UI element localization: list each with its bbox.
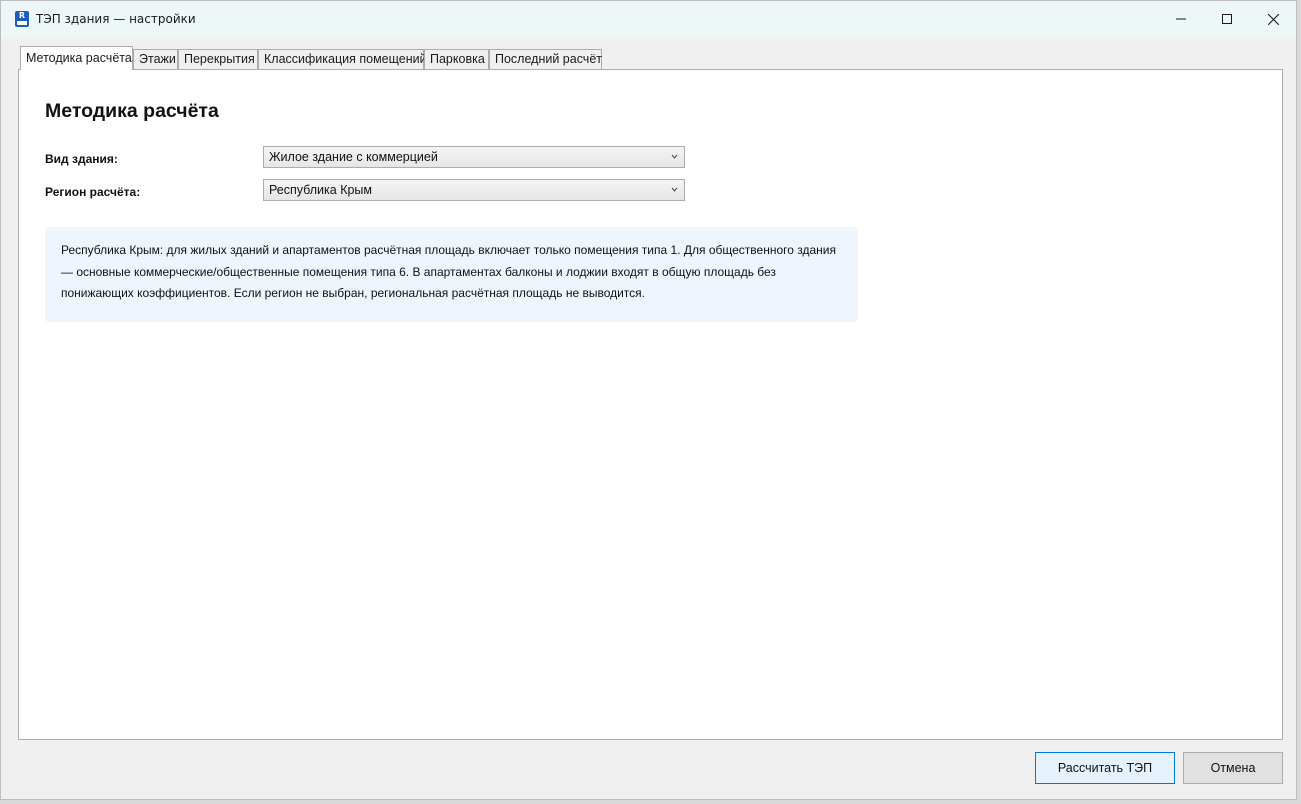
- minimize-button[interactable]: [1158, 1, 1204, 37]
- tab-floors[interactable]: Этажи: [133, 49, 178, 69]
- region-info-box: Республика Крым: для жилых зданий и апар…: [45, 227, 858, 322]
- tab-parking[interactable]: Парковка: [424, 49, 489, 69]
- building-type-value: Жилое здание с коммерцией: [269, 150, 438, 164]
- calculate-button[interactable]: Рассчитать ТЭП: [1035, 752, 1175, 784]
- building-type-select[interactable]: Жилое здание с коммерцией: [263, 146, 685, 168]
- building-type-label: Вид здания:: [45, 152, 118, 166]
- window-title: ТЭП здания — настройки: [36, 12, 196, 26]
- region-value: Республика Крым: [269, 183, 373, 197]
- page-title: Методика расчёта: [45, 100, 219, 122]
- region-label: Регион расчёта:: [45, 185, 141, 199]
- title-bar[interactable]: R ТЭП здания — настройки: [1, 1, 1296, 37]
- tab-slabs[interactable]: Перекрытия: [178, 49, 258, 69]
- maximize-icon: [1222, 14, 1232, 24]
- maximize-button[interactable]: [1204, 1, 1250, 37]
- chevron-down-icon: [671, 154, 678, 159]
- tab-last-calculation[interactable]: Последний расчёт: [489, 49, 602, 69]
- tab-content-panel: Методика расчёта Вид здания: Жилое здани…: [18, 69, 1283, 740]
- close-button[interactable]: [1250, 1, 1296, 37]
- main-window: R ТЭП здания — настройки Методика расчёт…: [0, 0, 1297, 800]
- tab-calculation-method[interactable]: Методика расчёта: [20, 46, 133, 70]
- cancel-button[interactable]: Отмена: [1183, 752, 1283, 784]
- close-icon: [1267, 13, 1279, 25]
- region-select[interactable]: Республика Крым: [263, 179, 685, 201]
- chevron-down-icon: [671, 187, 678, 192]
- app-icon: R: [15, 11, 29, 27]
- minimize-icon: [1176, 18, 1186, 20]
- tab-room-classification[interactable]: Классификация помещений: [258, 49, 427, 69]
